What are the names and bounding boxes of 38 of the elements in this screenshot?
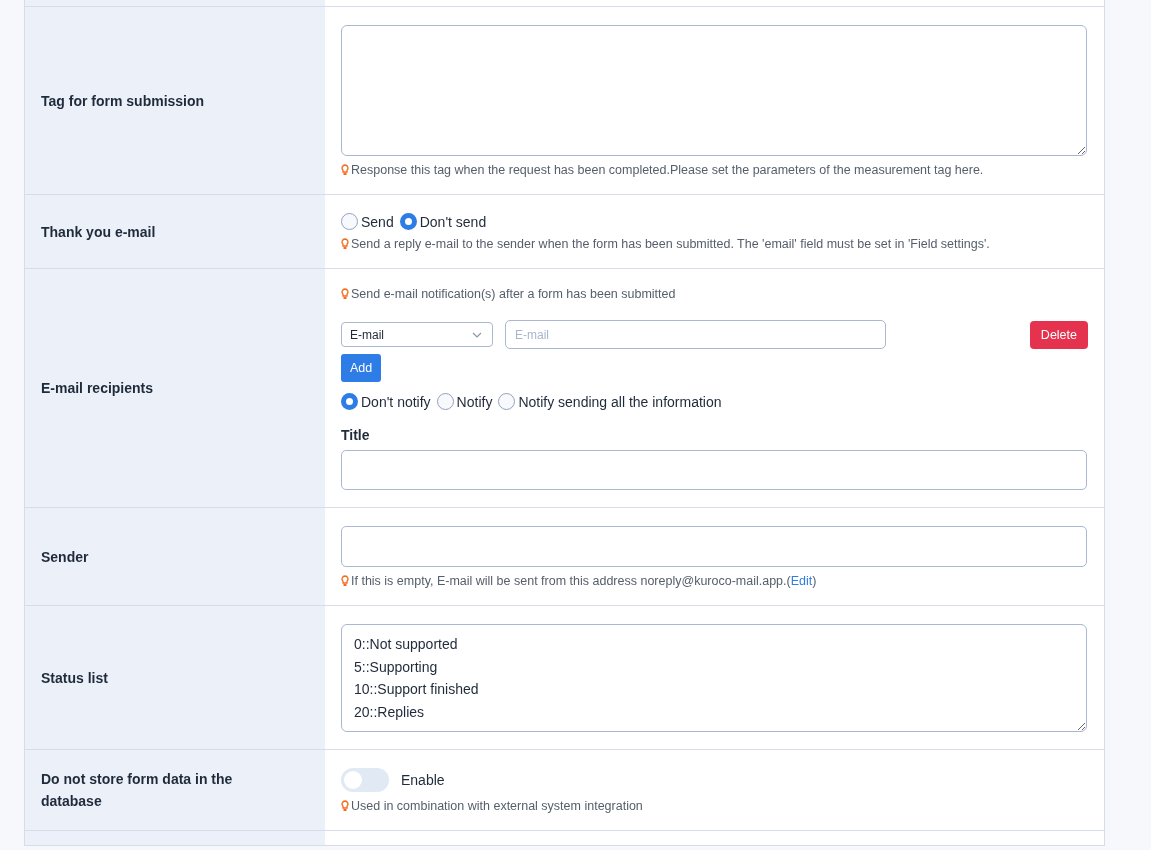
toggle-switch[interactable] xyxy=(341,768,389,792)
email-field[interactable]: E-mail xyxy=(505,320,886,349)
radio-option[interactable]: Send xyxy=(341,213,394,230)
radio-icon[interactable] xyxy=(436,393,454,410)
row-label: Sender xyxy=(41,547,89,567)
radio-option[interactable]: Notify sending all the information xyxy=(498,393,722,410)
hint-text: Send a reply e-mail to the sender when the form has been submitted. The 'email' field must be set in 'Field settings'. xyxy=(351,237,990,251)
radio-icon[interactable] xyxy=(341,393,358,410)
row-label: Thank you e-mail xyxy=(41,222,156,242)
lightbulb-icon xyxy=(341,575,349,587)
sender-field[interactable] xyxy=(341,526,1087,567)
radio-option[interactable]: Notify xyxy=(436,393,493,410)
toggle-label: Enable xyxy=(401,772,445,788)
title-field[interactable] xyxy=(341,450,1087,490)
edit-link[interactable]: Edit xyxy=(790,574,813,588)
radio-icon[interactable] xyxy=(341,213,358,230)
delete-button[interactable]: Delete xyxy=(1029,320,1088,349)
row-label: Status list xyxy=(41,668,108,688)
row-label: E-mail recipients xyxy=(41,379,154,398)
add-button[interactable]: Add xyxy=(341,354,382,382)
hint-text: Used in combination with external system integration xyxy=(351,799,643,813)
type-select[interactable]: E-mail xyxy=(341,322,493,347)
radio-icon[interactable] xyxy=(399,213,417,230)
lightbulb-icon xyxy=(341,800,349,812)
row-label: Tag for form submission xyxy=(41,91,205,111)
radio-option[interactable]: Don't send xyxy=(399,213,487,230)
hint-text: Send e-mail notification(s) after a form has been submitted xyxy=(351,287,676,301)
hint-text: If this is empty, E-mail will be sent from this address noreply@kuroco-mail.app.(Edit) xyxy=(351,574,817,588)
field-label: Title xyxy=(341,427,371,443)
hint-text: Response this tag when the request has been completed.Please set the parameters of the measurement tag here. xyxy=(351,163,984,177)
lightbulb-icon xyxy=(341,288,349,300)
radio-icon[interactable] xyxy=(498,393,516,410)
lightbulb-icon xyxy=(341,238,349,250)
radio-option[interactable]: Don't notify xyxy=(341,393,431,410)
text-area[interactable]: 0::Not supported 5::Supporting 10::Support finished 20::Replies xyxy=(341,624,1087,732)
lightbulb-icon xyxy=(341,164,349,176)
row-label: Do not store form data in the database xyxy=(41,770,234,811)
chevron-down-icon xyxy=(472,331,482,338)
